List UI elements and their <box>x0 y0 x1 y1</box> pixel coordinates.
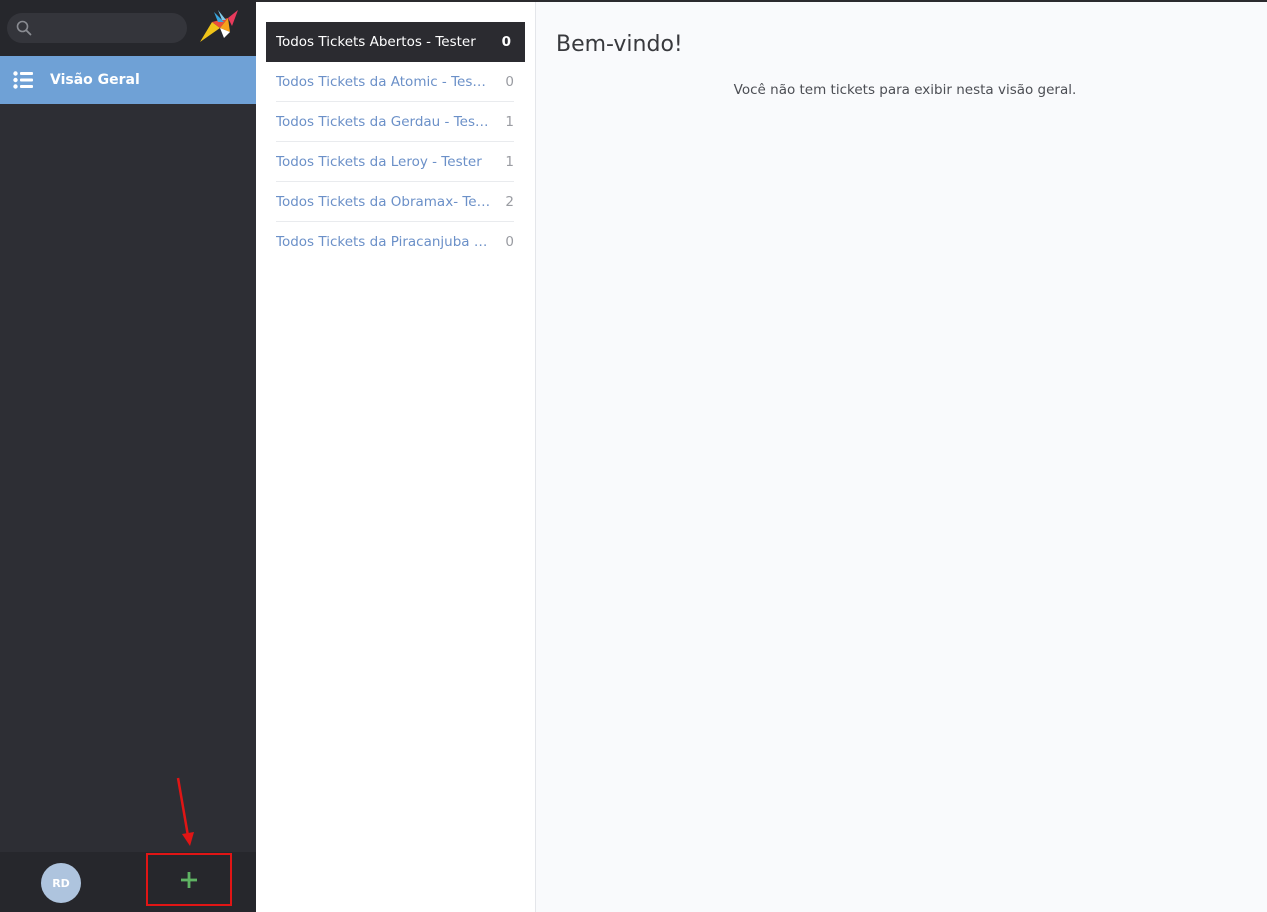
search-input[interactable] <box>37 13 181 45</box>
sidebar-footer: RD <box>0 852 256 912</box>
overview-label: Todos Tickets Abertos - Tester <box>276 34 476 50</box>
overview-item[interactable]: Todos Tickets Abertos - Tester 0 <box>266 22 525 62</box>
overview-item[interactable]: Todos Tickets da Obramax- Tester 2 <box>276 182 514 222</box>
page-title: Bem-vindo! <box>556 32 683 57</box>
overview-label: Todos Tickets da Atomic - Tester <box>276 73 491 90</box>
overview-label: Todos Tickets da Piracanjuba - T... <box>276 234 491 250</box>
overview-item[interactable]: Todos Tickets da Atomic - Tester 0 <box>276 62 514 102</box>
list-icon <box>13 71 33 89</box>
search-box[interactable] <box>7 13 187 45</box>
add-button[interactable] <box>146 853 232 906</box>
overview-count: 0 <box>501 34 511 50</box>
sidebar: Visão Geral RD <box>0 0 256 912</box>
overview-label: Todos Tickets da Leroy - Tester <box>276 153 482 170</box>
nav-item-label: Visão Geral <box>50 72 140 88</box>
overview-item[interactable]: Todos Tickets da Leroy - Tester 1 <box>276 142 514 182</box>
overview-count: 1 <box>505 113 514 130</box>
overview-label: Todos Tickets da Obramax- Tester <box>276 193 491 210</box>
overview-label: Todos Tickets da Gerdau - Tester <box>276 113 491 130</box>
nav-item-overview[interactable]: Visão Geral <box>0 56 256 104</box>
sidebar-header <box>0 0 256 56</box>
overview-list: Todos Tickets Abertos - Tester 0 Todos T… <box>256 2 536 912</box>
overview-count: 2 <box>505 193 514 210</box>
overview-count: 0 <box>505 73 514 90</box>
overview-item[interactable]: Todos Tickets da Piracanjuba - T... 0 <box>276 222 514 262</box>
main-content: Bem-vindo! Você não tem tickets para exi… <box>536 2 1267 912</box>
app-logo-icon <box>200 10 238 42</box>
overview-count: 1 <box>505 153 514 170</box>
empty-state-message: Você não tem tickets para exibir nesta v… <box>733 82 1077 98</box>
overview-count: 0 <box>505 234 514 250</box>
annotation-arrow-icon <box>176 777 194 846</box>
search-icon <box>16 20 32 36</box>
avatar[interactable]: RD <box>41 863 81 903</box>
overview-item[interactable]: Todos Tickets da Gerdau - Tester 1 <box>276 102 514 142</box>
plus-icon <box>181 871 197 888</box>
